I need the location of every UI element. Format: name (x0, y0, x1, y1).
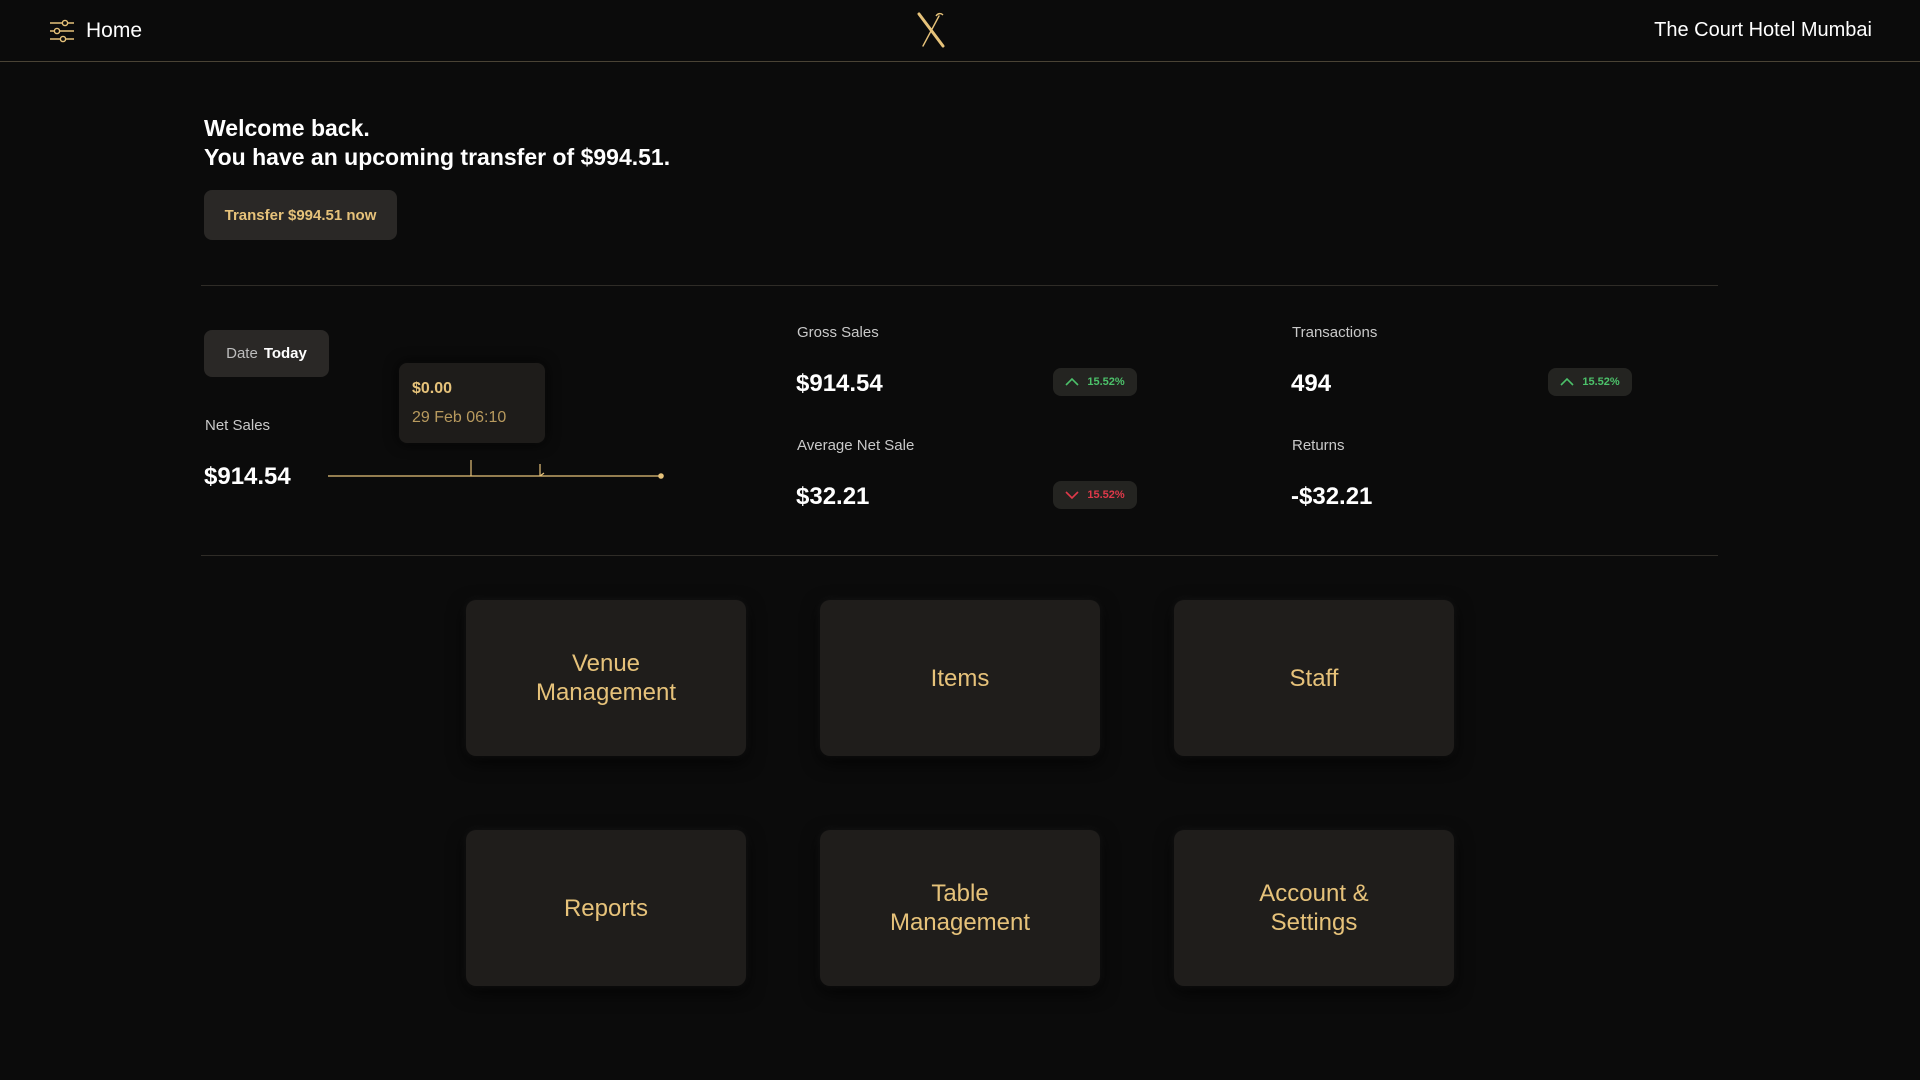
returns-value: -$32.21 (1291, 483, 1373, 510)
net-sales-label: Net Sales (205, 417, 271, 434)
net-sales-value: $914.54 (204, 463, 291, 490)
section-divider (201, 285, 1718, 286)
gross-sales-change-badge: 15.52% (1053, 368, 1137, 396)
tooltip-date: 29 Feb 06:10 (412, 409, 507, 426)
transactions-change: 15.52% (1582, 376, 1620, 388)
date-filter-label: Date (226, 345, 258, 362)
average-net-sale-value: $32.21 (796, 483, 870, 510)
gross-sales-value: $914.54 (796, 370, 883, 397)
arrow-up-icon (1065, 377, 1079, 387)
transactions-label: Transactions (1292, 324, 1378, 341)
home-menu-button[interactable]: Home (48, 17, 142, 45)
transactions-change-badge: 15.52% (1548, 368, 1632, 396)
arrow-up-icon (1560, 377, 1574, 387)
tile-venue-management[interactable]: Venue Management (466, 600, 746, 756)
net-sales-sparkline[interactable] (326, 456, 666, 482)
welcome-line: Welcome back. (204, 115, 370, 141)
venue-name: The Court Hotel Mumbai (1654, 19, 1872, 41)
sliders-icon (48, 17, 76, 45)
tile-staff[interactable]: Staff (1174, 600, 1454, 756)
transactions-value: 494 (1291, 370, 1332, 397)
date-filter[interactable]: Date Today (204, 330, 329, 377)
tooltip-value: $0.00 (412, 380, 453, 397)
gross-sales-label: Gross Sales (797, 324, 879, 341)
upcoming-transfer-line: You have an upcoming transfer of $994.51… (204, 144, 671, 170)
home-label: Home (86, 18, 143, 42)
brand-logo (916, 10, 948, 50)
average-net-sale-label: Average Net Sale (797, 437, 915, 454)
returns-label: Returns (1292, 437, 1345, 454)
average-net-sale-change: 15.52% (1087, 489, 1125, 501)
date-filter-value: Today (263, 345, 307, 362)
gross-sales-change: 15.52% (1087, 376, 1125, 388)
section-divider (201, 555, 1718, 556)
transfer-now-button[interactable]: Transfer $994.51 now (204, 190, 397, 240)
average-net-sale-change-badge: 15.52% (1053, 481, 1137, 509)
tile-reports[interactable]: Reports (466, 830, 746, 986)
tile-table-management[interactable]: Table Management (820, 830, 1100, 986)
arrow-down-icon (1065, 490, 1079, 500)
top-bar: Home The Court Hotel Mumbai (0, 0, 1920, 62)
welcome-message: Welcome back. You have an upcoming trans… (204, 114, 670, 172)
chart-tooltip: $0.00 29 Feb 06:10 (399, 363, 545, 443)
tile-account-settings[interactable]: Account & Settings (1174, 830, 1454, 986)
tile-items[interactable]: Items (820, 600, 1100, 756)
